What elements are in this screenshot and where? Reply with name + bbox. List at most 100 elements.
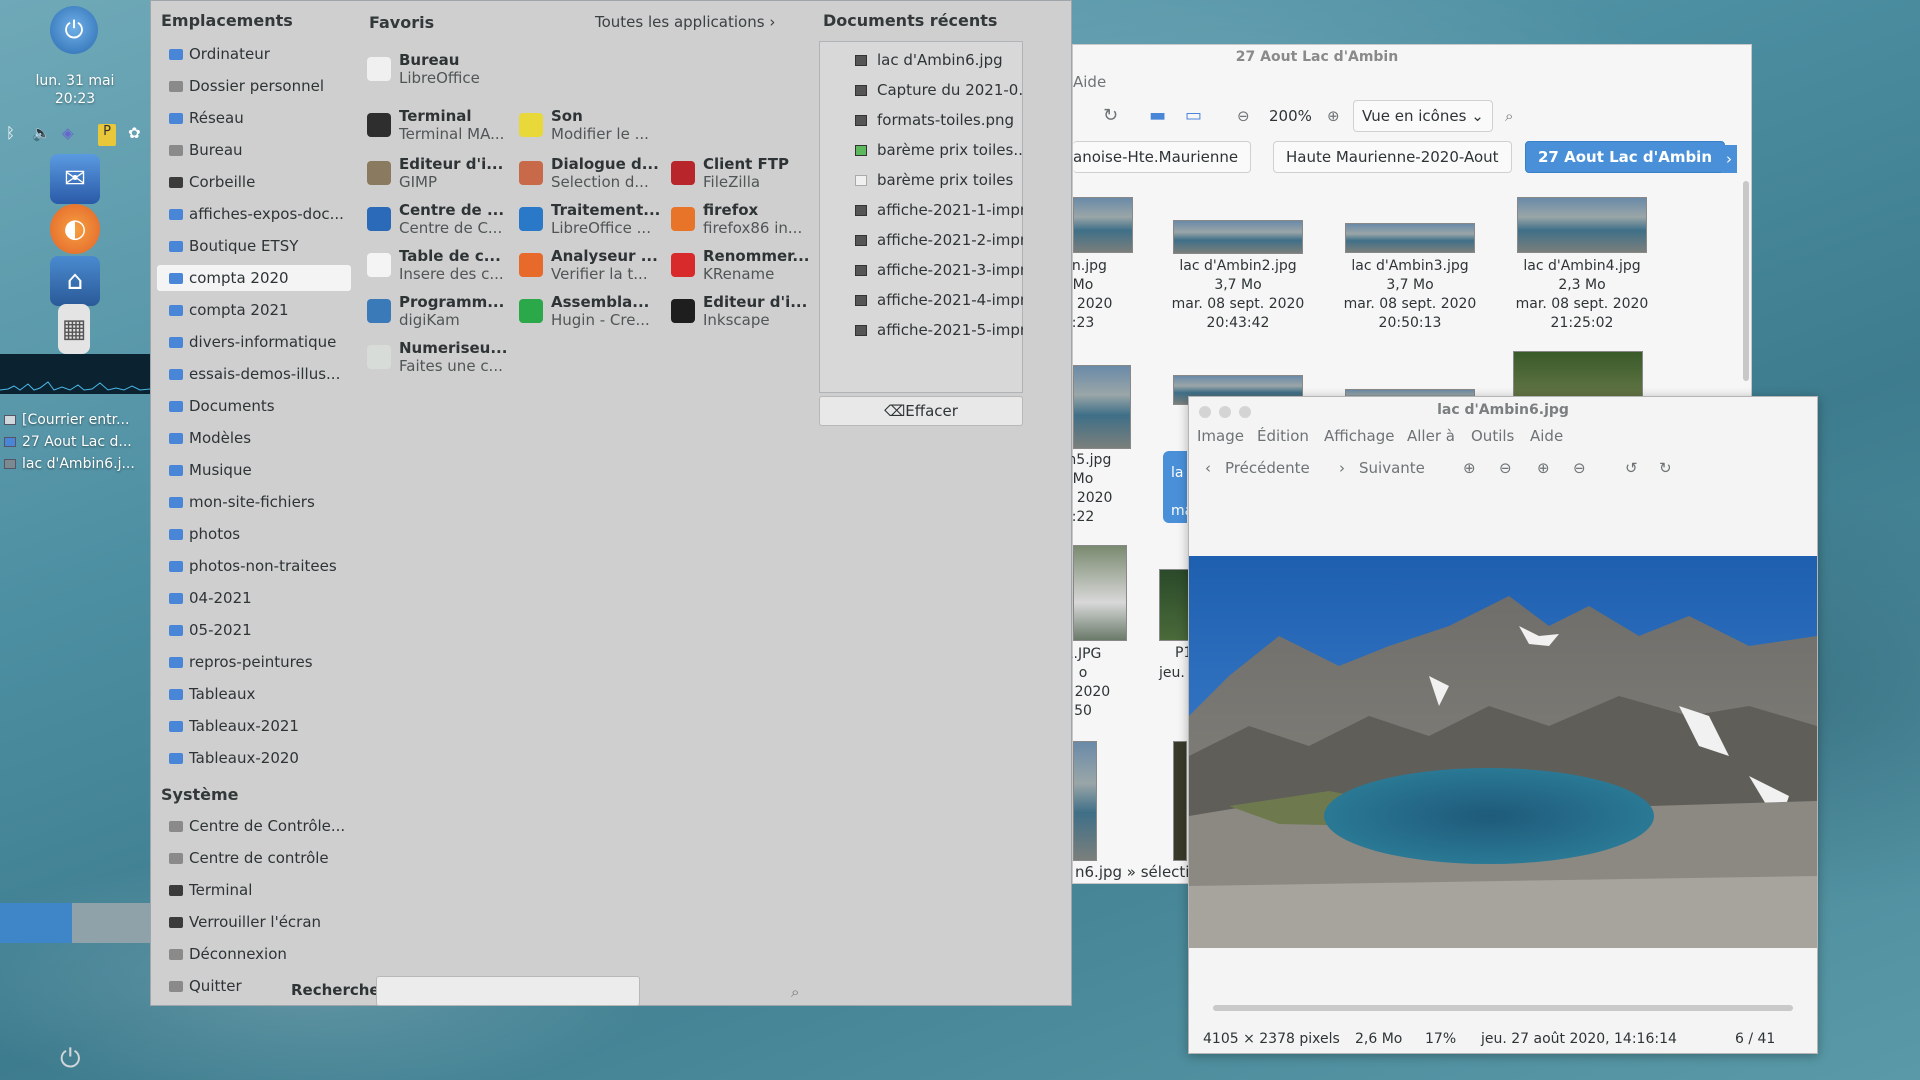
zoom-out-icon[interactable]: ⊖ <box>1237 107 1250 125</box>
place-item[interactable]: Tableaux <box>157 681 351 707</box>
place-item[interactable]: 05-2021 <box>157 617 351 643</box>
clock[interactable]: lun. 31 mai 20:23 <box>0 72 150 108</box>
favorite-app[interactable]: Dialogue d... Selection d... <box>519 151 664 195</box>
menu-edition[interactable]: Édition <box>1257 427 1309 445</box>
zoom-out-icon[interactable]: ⊖ <box>1499 459 1512 477</box>
horizontal-scrollbar[interactable] <box>1213 1005 1793 1011</box>
favorite-app[interactable]: Client FTP FileZilla <box>671 151 816 195</box>
place-item[interactable]: Tableaux-2020 <box>157 745 351 771</box>
workspace-1[interactable] <box>0 903 72 943</box>
task-mail[interactable]: [Courrier entr... <box>4 409 150 431</box>
favorite-app[interactable]: Traitement... LibreOffice ... <box>519 197 664 241</box>
search-icon[interactable]: ⌕ <box>791 983 799 1001</box>
computer-icon[interactable]: ▭ <box>1185 105 1202 126</box>
place-item[interactable]: Corbeille <box>157 169 351 195</box>
tab-hte-maurienne[interactable]: anoise-Hte.Maurienne <box>1073 141 1252 173</box>
chevron-left-icon[interactable]: ‹ <box>1205 459 1211 477</box>
place-item[interactable]: photos <box>157 521 351 547</box>
file-thumbnail[interactable] <box>1173 741 1187 861</box>
file-item[interactable]: lac d'Ambin2.jpg 3,7 Mo mar. 08 sept. 2020… <box>1163 257 1313 333</box>
view-mode-select[interactable]: Vue en icônes ⌄ <box>1353 100 1493 132</box>
place-item[interactable]: affiches-expos-doc... <box>157 201 351 227</box>
tray-app-icon[interactable]: ✿ <box>128 124 141 146</box>
place-item[interactable]: divers-informatique <box>157 329 351 355</box>
place-item[interactable]: Réseau <box>157 105 351 131</box>
file-thumbnail[interactable] <box>1345 223 1475 253</box>
zoom-in-icon[interactable]: ⊕ <box>1463 459 1476 477</box>
mail-launcher[interactable]: ✉ <box>50 154 100 204</box>
menu-aller-a[interactable]: Aller à <box>1407 427 1455 445</box>
place-item[interactable]: Musique <box>157 457 351 483</box>
search-icon[interactable]: ⌕ <box>1505 107 1513 125</box>
app-menu-button[interactable]: ⏻ <box>50 6 98 54</box>
favorite-app[interactable]: Editeur d'i... GIMP <box>367 151 512 195</box>
rotate-left-icon[interactable]: ↺ <box>1625 459 1638 477</box>
chevron-right-icon[interactable]: › <box>1721 145 1737 173</box>
file-thumbnail[interactable] <box>1517 197 1647 253</box>
pdf-icon[interactable]: P <box>98 124 116 146</box>
search-input[interactable] <box>376 976 640 1006</box>
recent-document[interactable]: affiche-2021-2-impr... <box>855 226 1023 254</box>
power-icon[interactable]: ⏻ <box>60 1044 81 1075</box>
menu-aide[interactable]: Aide <box>1530 427 1563 445</box>
all-apps-button[interactable]: Toutes les applications › <box>595 13 775 31</box>
system-item[interactable]: Déconnexion <box>157 941 351 967</box>
file-thumbnail[interactable] <box>1073 545 1127 641</box>
favorite-app[interactable]: Bureau LibreOffice <box>367 47 512 91</box>
place-item[interactable]: essais-demos-illus... <box>157 361 351 387</box>
workspace-pager[interactable] <box>0 903 150 943</box>
menu-image[interactable]: Image <box>1197 427 1244 445</box>
recent-document[interactable]: barème prix toiles <box>855 166 1023 194</box>
menu-affichage[interactable]: Affichage <box>1324 427 1394 445</box>
selected-file[interactable]: la ma <box>1163 451 1193 523</box>
task-image-viewer[interactable]: lac d'Ambin6.j... <box>4 453 150 475</box>
system-item[interactable]: Centre de Contrôle... <box>157 813 351 839</box>
task-file-manager[interactable]: 27 Aout Lac d... <box>4 431 150 453</box>
scrollbar[interactable] <box>1743 181 1749 381</box>
system-item[interactable]: Centre de contrôle <box>157 845 351 871</box>
volume-icon[interactable]: 🔈 <box>32 124 51 146</box>
recent-document[interactable]: Capture du 2021-0... <box>855 76 1023 104</box>
bluetooth-icon[interactable]: ᛒ <box>6 124 15 146</box>
calculator-launcher[interactable]: ▦ <box>58 304 90 354</box>
favorite-app[interactable]: Programm... digiKam <box>367 289 512 333</box>
place-item[interactable]: 04-2021 <box>157 585 351 611</box>
recent-document[interactable]: lac d'Ambin6.jpg <box>855 46 1023 74</box>
zoom-fit-icon[interactable]: ⊖ <box>1573 459 1586 477</box>
reload-icon[interactable]: ↻ <box>1103 105 1118 126</box>
file-item[interactable]: lac d'Ambin3.jpg 3,7 Mo mar. 08 sept. 2020… <box>1335 257 1485 333</box>
menu-aide[interactable]: Aide <box>1073 73 1106 91</box>
system-item[interactable]: Verrouiller l'écran <box>157 909 351 935</box>
network-icon[interactable]: ◈ <box>62 124 74 146</box>
zoom-in-icon[interactable]: ⊕ <box>1327 107 1340 125</box>
place-item[interactable]: photos-non-traitees <box>157 553 351 579</box>
recent-document[interactable]: affiche-2021-4-impr... <box>855 286 1023 314</box>
chevron-right-icon[interactable]: › <box>1339 459 1345 477</box>
place-item[interactable]: repros-peintures <box>157 649 351 675</box>
tab-27-aout[interactable]: 27 Aout Lac d'Ambin <box>1525 141 1726 173</box>
zoom-normal-icon[interactable]: ⊕ <box>1537 459 1550 477</box>
files-launcher[interactable]: ⌂ <box>50 256 100 306</box>
recent-document[interactable]: formats-toiles.png <box>855 106 1023 134</box>
favorite-app[interactable]: Renommer... KRename <box>671 243 816 287</box>
recent-document[interactable]: affiche-2021-3-impr... <box>855 256 1023 284</box>
favorite-app[interactable]: Son Modifier le ... <box>519 103 664 147</box>
tab-haute-maurienne[interactable]: Haute Maurienne-2020-Aout <box>1273 141 1512 173</box>
place-item[interactable]: Dossier personnel <box>157 73 351 99</box>
file-thumbnail[interactable] <box>1073 365 1131 449</box>
place-item[interactable]: compta 2021 <box>157 297 351 323</box>
place-item[interactable]: mon-site-fichiers <box>157 489 351 515</box>
recent-document[interactable]: barème prix toiles.... <box>855 136 1023 164</box>
favorite-app[interactable]: Analyseur ... Verifier la t... <box>519 243 664 287</box>
place-item[interactable]: Boutique ETSY <box>157 233 351 259</box>
new-folder-icon[interactable]: ▬ <box>1149 105 1166 126</box>
file-item[interactable]: lac d'Ambin4.jpg 2,3 Mo mar. 08 sept. 2020… <box>1507 257 1657 333</box>
place-item[interactable]: Documents <box>157 393 351 419</box>
place-item[interactable]: Modèles <box>157 425 351 451</box>
favorite-app[interactable]: firefox firefox86 in... <box>671 197 816 241</box>
file-thumbnail[interactable] <box>1073 741 1097 861</box>
firefox-launcher[interactable]: ◐ <box>50 204 100 254</box>
place-item[interactable]: compta 2020 <box>157 265 351 291</box>
place-item[interactable]: Ordinateur <box>157 41 351 67</box>
next-button[interactable]: Suivante <box>1359 459 1425 477</box>
